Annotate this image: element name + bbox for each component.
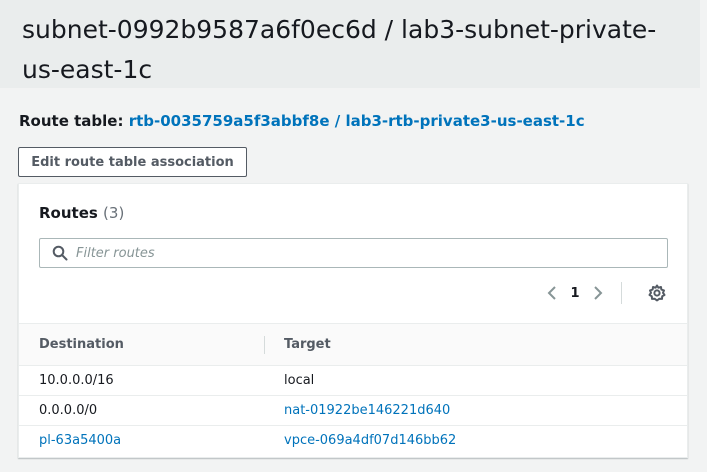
routes-panel: Routes (3) 1 Destination Target 10.0.0.0… [18,183,688,458]
route-destination: 10.0.0.0/16 [39,373,114,388]
route-destination: 0.0.0.0/0 [39,403,98,418]
chevron-left-icon[interactable] [545,284,559,302]
page-title-line-1: subnet-0992b9587a6f0ec6d / lab3-subnet-p… [22,15,657,44]
chevron-right-icon[interactable] [591,284,605,302]
routes-title: Routes [39,204,98,222]
route-table-link[interactable]: rtb-0035759a5f3abbf8e / lab3-rtb-private… [129,112,585,130]
route-target: local [284,373,315,388]
page-title-box: subnet-0992b9587a6f0ec6d / lab3-subnet-p… [0,0,700,88]
table-row: 0.0.0.0/0 nat-01922be146221d640 [19,396,687,426]
route-table-label: Route table: [19,112,124,130]
table-row: pl-63a5400a vpce-069a4df07d146bb62 [19,426,687,456]
pagination: 1 [545,282,622,304]
routes-table-header: Destination Target [19,323,687,366]
routes-count: (3) [103,204,125,222]
column-header-destination[interactable]: Destination [39,324,124,365]
gear-icon[interactable] [648,284,666,302]
search-icon [52,245,68,261]
column-divider [264,336,265,354]
table-row: 10.0.0.0/16 local [19,366,687,396]
edit-route-table-association-button[interactable]: Edit route table association [18,147,247,177]
current-page-number[interactable]: 1 [559,286,591,301]
route-target-link[interactable]: nat-01922be146221d640 [284,396,450,426]
routes-panel-header: Routes (3) [39,204,124,222]
route-destination-link[interactable]: pl-63a5400a [39,426,121,456]
filter-routes-input[interactable] [76,240,667,266]
route-target-link[interactable]: vpce-069a4df07d146bb62 [284,426,456,456]
filter-routes-field[interactable] [39,238,668,268]
page-title-line-2: us-east-1c [22,55,153,84]
column-header-target[interactable]: Target [284,324,331,365]
route-table-line: Route table: rtb-0035759a5f3abbf8e / lab… [19,112,585,130]
pager-divider [621,282,622,304]
